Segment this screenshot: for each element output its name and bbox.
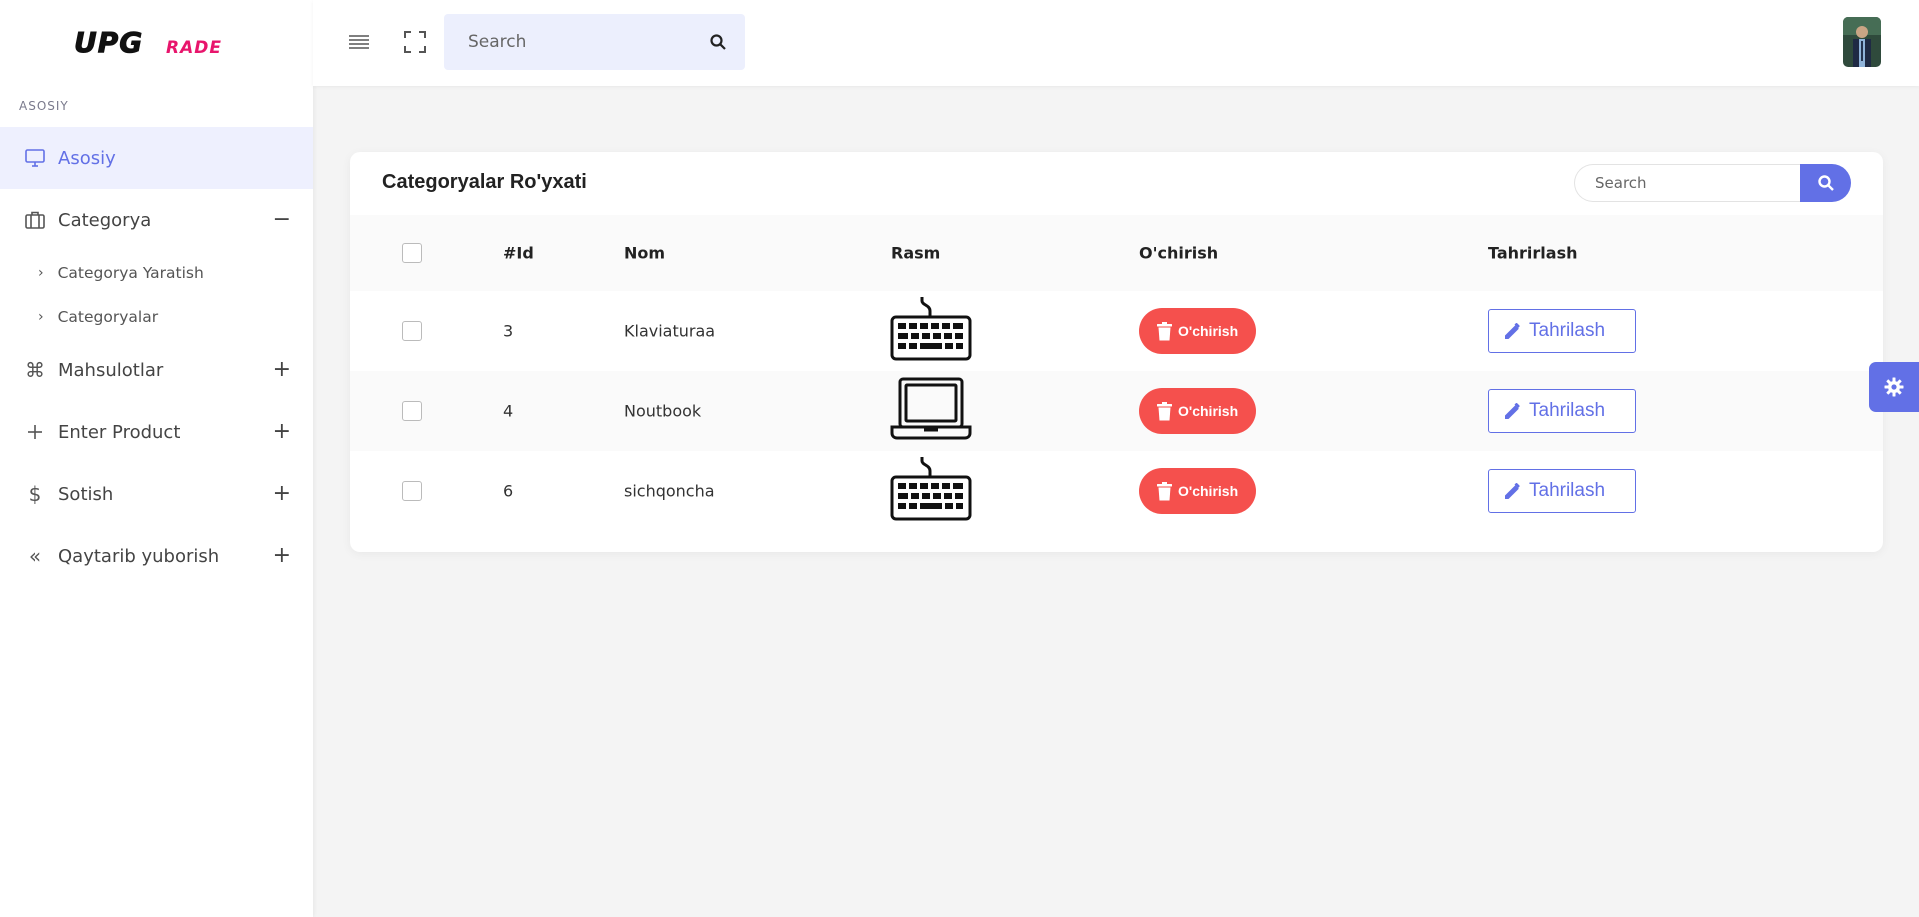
sidebar-item-mahsulotlar[interactable]: ⌘ Mahsulotlar + [0, 339, 313, 401]
delete-button-label: O'chirish [1178, 483, 1239, 499]
delete-button-label: O'chirish [1178, 323, 1239, 339]
row-id: 4 [503, 401, 514, 421]
categories-table: #Id Nom Rasm O'chirish Tahrirlash 3 Klav… [350, 215, 1883, 531]
settings-tab[interactable] [1869, 362, 1919, 412]
monitor-icon [24, 147, 46, 169]
edit-button-label: Tahrilash [1529, 320, 1606, 341]
sidebar-item-sotish[interactable]: $ Sotish + [0, 463, 313, 525]
row-checkbox[interactable] [402, 401, 422, 421]
table-header-row: #Id Nom Rasm O'chirish Tahrirlash [350, 215, 1883, 291]
trash-icon [1157, 321, 1172, 340]
sidebar-item-label: Categorya [58, 209, 152, 231]
pencil-icon [1505, 483, 1521, 499]
logo-main-text: UPG [74, 26, 143, 59]
sidebar-item-asosiy[interactable]: Asosiy [0, 127, 313, 189]
avatar[interactable] [1843, 17, 1881, 67]
search-icon [710, 34, 726, 50]
plus-icon [24, 421, 46, 443]
delete-button[interactable]: O'chirish [1139, 468, 1257, 514]
column-header-ochirish: O'chirish [1139, 243, 1219, 263]
edit-button[interactable]: Tahrilash [1488, 469, 1636, 513]
categories-card: Categoryalar Ro'yxati #Id Nom Rasm O'chi… [350, 152, 1883, 552]
pencil-icon [1505, 403, 1521, 419]
edit-button-label: Tahrilash [1529, 480, 1606, 501]
briefcase-icon [24, 209, 46, 231]
sidebar-item-label: Qaytarib yuborish [58, 545, 220, 567]
chevron-right-icon: › [38, 265, 44, 281]
logo-image: UPG RADE [73, 26, 222, 60]
table-row: 3 Klaviaturaa O'chirish Tahrilash [350, 291, 1883, 371]
keyboard-icon [890, 297, 972, 365]
card-search-bar [1574, 164, 1851, 202]
sidebar-item-label: Asosiy [58, 147, 116, 169]
sidebar-item-label: Mahsulotlar [58, 359, 164, 381]
sidebar: UPG RADE ASOSIY Asosiy Categorya − › Cat… [0, 0, 313, 917]
sidebar-item-categorya[interactable]: Categorya − [0, 189, 313, 251]
edit-button[interactable]: Tahrilash [1488, 309, 1636, 353]
row-id: 3 [503, 321, 514, 341]
card-title: Categoryalar Ro'yxati [382, 171, 587, 193]
delete-button[interactable]: O'chirish [1139, 388, 1257, 434]
search-icon [1817, 175, 1834, 191]
top-search-bar [444, 14, 745, 70]
edit-button-label: Tahrilash [1529, 400, 1606, 421]
expand-icon[interactable]: + [273, 483, 291, 505]
top-search-input[interactable] [444, 14, 691, 70]
row-id: 6 [503, 481, 514, 501]
sidebar-subitem-categoryalar[interactable]: › Categoryalar [0, 295, 313, 339]
row-checkbox[interactable] [402, 481, 422, 501]
row-name: Klaviaturaa [624, 321, 716, 341]
logo-accent-text: RADE [166, 38, 222, 58]
sidebar-subitem-label: Categoryalar [57, 308, 159, 326]
fullscreen-icon[interactable] [401, 28, 429, 56]
dollar-icon: $ [28, 482, 42, 506]
row-name: Noutbook [624, 401, 702, 421]
trash-icon [1157, 401, 1172, 420]
top-search-button[interactable] [691, 14, 745, 70]
sidebar-item-enter-product[interactable]: Enter Product + [0, 401, 313, 463]
row-name: sichqoncha [624, 481, 715, 501]
double-chevron-left-icon: « [28, 544, 42, 568]
sidebar-subitem-label: Categorya Yaratish [57, 264, 204, 282]
column-header-nom: Nom [624, 243, 666, 263]
topbar [313, 0, 1919, 86]
delete-button[interactable]: O'chirish [1139, 308, 1257, 354]
card-search-input[interactable] [1574, 164, 1800, 202]
card-search-button[interactable] [1800, 164, 1851, 202]
sidebar-section-label: ASOSIY [19, 99, 69, 113]
command-icon: ⌘ [25, 358, 45, 382]
laptop-icon [890, 377, 972, 445]
column-header-rasm: Rasm [891, 243, 941, 263]
delete-button-label: O'chirish [1178, 403, 1239, 419]
menu-icon[interactable] [345, 28, 373, 56]
sidebar-item-qaytarib-yuborish[interactable]: « Qaytarib yuborish + [0, 525, 313, 587]
gear-icon [1884, 377, 1904, 397]
keyboard-icon [890, 457, 972, 525]
trash-icon [1157, 481, 1172, 500]
chevron-right-icon: › [38, 309, 44, 325]
sidebar-item-label: Sotish [58, 483, 114, 505]
edit-button[interactable]: Tahrilash [1488, 389, 1636, 433]
expand-icon[interactable]: + [273, 421, 291, 443]
expand-icon[interactable]: + [273, 545, 291, 567]
column-header-tahrirlash: Tahrirlash [1488, 243, 1578, 263]
select-all-checkbox[interactable] [402, 243, 422, 263]
sidebar-subitem-categorya-yaratish[interactable]: › Categorya Yaratish [0, 251, 313, 295]
row-checkbox[interactable] [402, 321, 422, 341]
table-row: 6 sichqoncha O'chirish Tahrilash [350, 451, 1883, 531]
expand-icon[interactable]: + [273, 359, 291, 381]
logo[interactable]: UPG RADE [0, 0, 313, 86]
pencil-icon [1505, 323, 1521, 339]
column-header-id: #Id [503, 243, 534, 263]
table-row: 4 Noutbook O'chirish Tahrilash [350, 371, 1883, 451]
collapse-icon[interactable]: − [273, 209, 291, 231]
sidebar-item-label: Enter Product [58, 421, 181, 443]
